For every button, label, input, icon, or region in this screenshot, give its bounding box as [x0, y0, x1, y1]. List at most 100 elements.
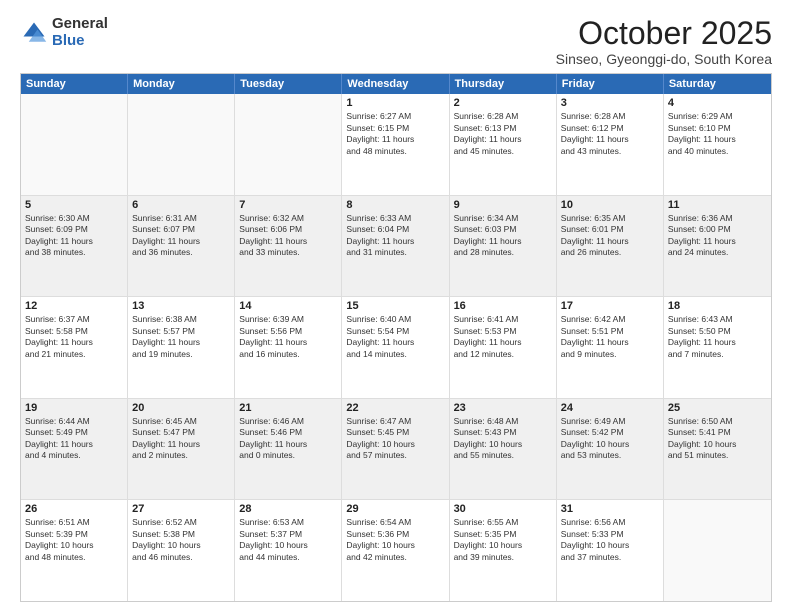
calendar-cell-1-3: 8 Sunrise: 6:33 AM Sunset: 6:04 PM Daylig… [342, 196, 449, 297]
calendar-cell-0-5: 3Sunrise: 6:28 AM Sunset: 6:12 PM Daylig… [557, 94, 664, 195]
cell-info: Sunrise: 6:52 AM Sunset: 5:38 PM Dayligh… [132, 517, 230, 563]
day-number: 21 [239, 402, 337, 414]
calendar-cell-4-6 [664, 500, 771, 601]
calendar-row-0: 1 Sunrise: 6:27 AM Sunset: 6:15 PM Daylig… [21, 94, 771, 195]
calendar-cell-2-3: 15Sunrise: 6:40 AM Sunset: 5:54 PM Dayli… [342, 297, 449, 398]
calendar-cell-3-0: 19Sunrise: 6:44 AM Sunset: 5:49 PM Dayli… [21, 399, 128, 500]
calendar-cell-3-6: 25Sunrise: 6:50 AM Sunset: 5:41 PM Dayli… [664, 399, 771, 500]
day-number: 5 [25, 199, 123, 211]
day-number: 27 [132, 503, 230, 515]
cell-info: Sunrise: 6:33 AM Sunset: 6:04 PM Dayligh… [346, 213, 444, 259]
calendar-cell-1-2: 7 Sunrise: 6:32 AM Sunset: 6:06 PM Daylig… [235, 196, 342, 297]
calendar-cell-4-2: 28 Sunrise: 6:53 AM Sunset: 5:37 PM Dayli… [235, 500, 342, 601]
logo: General Blue [20, 16, 108, 49]
header-day-sunday: Sunday [21, 74, 128, 94]
day-number: 6 [132, 199, 230, 211]
calendar-cell-2-1: 13 Sunrise: 6:38 AM Sunset: 5:57 PM Dayli… [128, 297, 235, 398]
cell-info: Sunrise: 6:42 AM Sunset: 5:51 PM Dayligh… [561, 314, 659, 360]
calendar-cell-3-2: 21 Sunrise: 6:46 AM Sunset: 5:46 PM Dayli… [235, 399, 342, 500]
header-day-saturday: Saturday [664, 74, 771, 94]
day-number: 17 [561, 300, 659, 312]
cell-info: Sunrise: 6:29 AM Sunset: 6:10 PM Dayligh… [668, 111, 767, 157]
day-number: 2 [454, 97, 552, 109]
cell-info: Sunrise: 6:31 AM Sunset: 6:07 PM Dayligh… [132, 213, 230, 259]
cell-info: Sunrise: 6:35 AM Sunset: 6:01 PM Dayligh… [561, 213, 659, 259]
logo-icon [20, 19, 48, 47]
day-number: 13 [132, 300, 230, 312]
day-number: 25 [668, 402, 767, 414]
calendar-cell-3-1: 20 Sunrise: 6:45 AM Sunset: 5:47 PM Dayli… [128, 399, 235, 500]
day-number: 12 [25, 300, 123, 312]
day-number: 4 [668, 97, 767, 109]
calendar-row-3: 19Sunrise: 6:44 AM Sunset: 5:49 PM Dayli… [21, 398, 771, 500]
cell-info: Sunrise: 6:54 AM Sunset: 5:36 PM Dayligh… [346, 517, 444, 563]
cell-info: Sunrise: 6:36 AM Sunset: 6:00 PM Dayligh… [668, 213, 767, 259]
day-number: 19 [25, 402, 123, 414]
calendar-cell-1-5: 10 Sunrise: 6:35 AM Sunset: 6:01 PM Dayli… [557, 196, 664, 297]
day-number: 22 [346, 402, 444, 414]
calendar-row-4: 26Sunrise: 6:51 AM Sunset: 5:39 PM Dayli… [21, 499, 771, 601]
day-number: 31 [561, 503, 659, 515]
cell-info: Sunrise: 6:39 AM Sunset: 5:56 PM Dayligh… [239, 314, 337, 360]
calendar-cell-2-6: 18Sunrise: 6:43 AM Sunset: 5:50 PM Dayli… [664, 297, 771, 398]
cell-info: Sunrise: 6:55 AM Sunset: 5:35 PM Dayligh… [454, 517, 552, 563]
calendar-cell-4-3: 29Sunrise: 6:54 AM Sunset: 5:36 PM Dayli… [342, 500, 449, 601]
cell-info: Sunrise: 6:48 AM Sunset: 5:43 PM Dayligh… [454, 416, 552, 462]
cell-info: Sunrise: 6:46 AM Sunset: 5:46 PM Dayligh… [239, 416, 337, 462]
calendar-cell-0-3: 1 Sunrise: 6:27 AM Sunset: 6:15 PM Daylig… [342, 94, 449, 195]
page: General Blue October 2025 Sinseo, Gyeong… [0, 0, 792, 612]
calendar-cell-3-4: 23 Sunrise: 6:48 AM Sunset: 5:43 PM Dayli… [450, 399, 557, 500]
cell-info: Sunrise: 6:30 AM Sunset: 6:09 PM Dayligh… [25, 213, 123, 259]
header-day-thursday: Thursday [450, 74, 557, 94]
day-number: 9 [454, 199, 552, 211]
cell-info: Sunrise: 6:32 AM Sunset: 6:06 PM Dayligh… [239, 213, 337, 259]
calendar-cell-2-5: 17 Sunrise: 6:42 AM Sunset: 5:51 PM Dayli… [557, 297, 664, 398]
calendar-cell-0-2 [235, 94, 342, 195]
cell-info: Sunrise: 6:51 AM Sunset: 5:39 PM Dayligh… [25, 517, 123, 563]
calendar: SundayMondayTuesdayWednesdayThursdayFrid… [20, 73, 772, 602]
header-day-monday: Monday [128, 74, 235, 94]
cell-info: Sunrise: 6:38 AM Sunset: 5:57 PM Dayligh… [132, 314, 230, 360]
day-number: 10 [561, 199, 659, 211]
logo-text: General Blue [52, 16, 108, 49]
calendar-body: 1 Sunrise: 6:27 AM Sunset: 6:15 PM Daylig… [21, 94, 771, 601]
day-number: 18 [668, 300, 767, 312]
calendar-cell-4-4: 30Sunrise: 6:55 AM Sunset: 5:35 PM Dayli… [450, 500, 557, 601]
header-day-wednesday: Wednesday [342, 74, 449, 94]
day-number: 15 [346, 300, 444, 312]
day-number: 1 [346, 97, 444, 109]
cell-info: Sunrise: 6:34 AM Sunset: 6:03 PM Dayligh… [454, 213, 552, 259]
day-number: 28 [239, 503, 337, 515]
calendar-cell-1-0: 5 Sunrise: 6:30 AM Sunset: 6:09 PM Daylig… [21, 196, 128, 297]
calendar-cell-0-1 [128, 94, 235, 195]
calendar-cell-0-6: 4 Sunrise: 6:29 AM Sunset: 6:10 PM Daylig… [664, 94, 771, 195]
calendar-cell-3-3: 22 Sunrise: 6:47 AM Sunset: 5:45 PM Dayli… [342, 399, 449, 500]
cell-info: Sunrise: 6:47 AM Sunset: 5:45 PM Dayligh… [346, 416, 444, 462]
header-day-tuesday: Tuesday [235, 74, 342, 94]
logo-general-text: General [52, 16, 108, 33]
cell-info: Sunrise: 6:37 AM Sunset: 5:58 PM Dayligh… [25, 314, 123, 360]
calendar-cell-1-4: 9 Sunrise: 6:34 AM Sunset: 6:03 PM Daylig… [450, 196, 557, 297]
calendar-cell-4-1: 27 Sunrise: 6:52 AM Sunset: 5:38 PM Dayli… [128, 500, 235, 601]
calendar-cell-2-0: 12 Sunrise: 6:37 AM Sunset: 5:58 PM Dayli… [21, 297, 128, 398]
calendar-cell-1-6: 11Sunrise: 6:36 AM Sunset: 6:00 PM Dayli… [664, 196, 771, 297]
calendar-cell-3-5: 24Sunrise: 6:49 AM Sunset: 5:42 PM Dayli… [557, 399, 664, 500]
calendar-cell-0-0 [21, 94, 128, 195]
day-number: 23 [454, 402, 552, 414]
day-number: 16 [454, 300, 552, 312]
cell-info: Sunrise: 6:53 AM Sunset: 5:37 PM Dayligh… [239, 517, 337, 563]
cell-info: Sunrise: 6:27 AM Sunset: 6:15 PM Dayligh… [346, 111, 444, 157]
cell-info: Sunrise: 6:45 AM Sunset: 5:47 PM Dayligh… [132, 416, 230, 462]
day-number: 3 [561, 97, 659, 109]
main-title: October 2025 [556, 16, 772, 51]
cell-info: Sunrise: 6:41 AM Sunset: 5:53 PM Dayligh… [454, 314, 552, 360]
header: General Blue October 2025 Sinseo, Gyeong… [20, 16, 772, 67]
day-number: 20 [132, 402, 230, 414]
calendar-header: SundayMondayTuesdayWednesdayThursdayFrid… [21, 74, 771, 94]
header-day-friday: Friday [557, 74, 664, 94]
day-number: 8 [346, 199, 444, 211]
day-number: 7 [239, 199, 337, 211]
day-number: 14 [239, 300, 337, 312]
calendar-row-1: 5 Sunrise: 6:30 AM Sunset: 6:09 PM Daylig… [21, 195, 771, 297]
calendar-row-2: 12 Sunrise: 6:37 AM Sunset: 5:58 PM Dayli… [21, 296, 771, 398]
